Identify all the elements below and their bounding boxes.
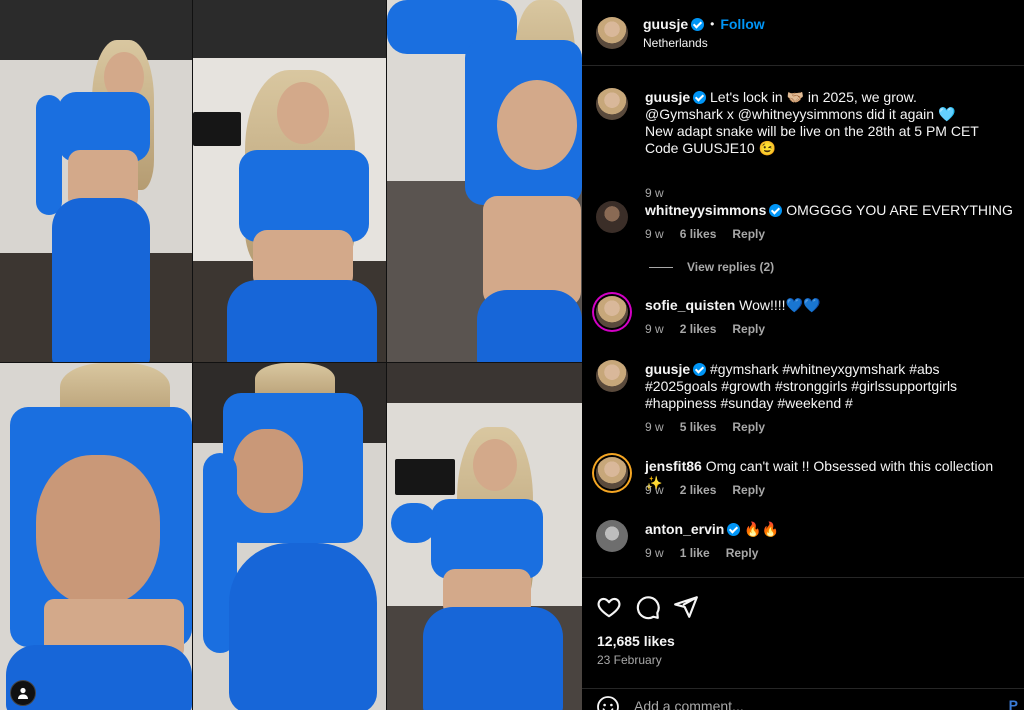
add-comment-bar: P — [582, 688, 1024, 710]
post-media-collage[interactable] — [0, 0, 582, 710]
reply-button[interactable]: Reply — [732, 483, 765, 497]
smiley-icon[interactable] — [596, 695, 620, 710]
comment-meta: 9 w 2 likes Reply — [645, 483, 765, 497]
comment-meta: 9 w 1 like Reply — [645, 546, 758, 560]
commenter-username[interactable]: jensfit86 — [645, 458, 702, 474]
replies-divider — [649, 266, 673, 268]
commenter-avatar[interactable] — [596, 457, 628, 489]
likes-count[interactable]: 12,685 likes — [597, 633, 675, 649]
comment-age: 9 w — [645, 322, 664, 336]
caption-avatar[interactable] — [596, 88, 628, 120]
comment-thread[interactable]: guusje Let's lock in 🤝🏼 in 2025, we grow… — [582, 67, 1024, 577]
commenter-username[interactable]: whitneyysimmons — [645, 202, 766, 218]
comment-body: #gymshark #whitneyxgymshark #abs #2025go… — [645, 361, 958, 411]
media-photo-5 — [193, 363, 386, 710]
comment-body: 🔥🔥 — [744, 521, 780, 537]
commenter-avatar[interactable] — [596, 520, 628, 552]
post-header: guusje • Follow Netherlands — [582, 0, 1024, 66]
follow-button[interactable]: Follow — [720, 16, 764, 32]
reply-button[interactable]: Reply — [726, 546, 759, 560]
comment-meta: 9 w 6 likes Reply — [645, 227, 765, 241]
comment-likes[interactable]: 5 likes — [680, 420, 717, 434]
view-replies-button[interactable]: View replies (2) — [649, 260, 774, 274]
post-date: 23 February — [597, 653, 662, 667]
post-side-panel: guusje • Follow Netherlands guusje Let's… — [582, 0, 1024, 710]
comment-likes[interactable]: 2 likes — [680, 483, 717, 497]
commenter-username[interactable]: anton_ervin — [645, 521, 724, 537]
caption-line-2: @Gymshark x @whitneyysimmons did it agai… — [645, 106, 956, 122]
comment-likes[interactable]: 1 like — [680, 546, 710, 560]
tagged-people-icon[interactable] — [10, 680, 36, 706]
commenter-username[interactable]: sofie_quisten — [645, 297, 735, 313]
caption-username[interactable]: guusje — [645, 89, 690, 105]
commenter-username[interactable]: guusje — [645, 361, 690, 377]
verified-badge-icon — [769, 204, 783, 217]
media-photo-2 — [193, 0, 386, 362]
caption-line-1: Let's lock in 🤝🏼 in 2025, we grow. — [710, 89, 917, 105]
comment-text: guusje #gymshark #whitneyxgymshark #abs … — [645, 361, 1013, 412]
caption-line-3: New adapt snake will be live on the 28th… — [645, 123, 979, 139]
caption-text: guusje Let's lock in 🤝🏼 in 2025, we grow… — [645, 89, 1013, 157]
comment-age: 9 w — [645, 546, 664, 560]
comment-likes[interactable]: 2 likes — [680, 322, 717, 336]
separator-dot: • — [710, 17, 715, 31]
comment-input[interactable] — [634, 695, 974, 710]
share-icon[interactable] — [673, 594, 699, 620]
media-photo-3 — [387, 0, 582, 362]
verified-badge-icon — [727, 523, 741, 536]
commenter-avatar[interactable] — [596, 296, 628, 328]
media-photo-1 — [0, 0, 192, 362]
comment-icon[interactable] — [635, 594, 661, 620]
comment-age: 9 w — [645, 227, 664, 241]
commenter-avatar[interactable] — [596, 201, 628, 233]
comment-likes[interactable]: 6 likes — [680, 227, 717, 241]
media-photo-6 — [387, 363, 582, 710]
comment-text: anton_ervin 🔥🔥 — [645, 521, 1013, 538]
verified-badge-icon — [691, 17, 705, 31]
heart-icon[interactable] — [596, 594, 622, 620]
reply-button[interactable]: Reply — [732, 227, 765, 241]
comment-age: 9 w — [645, 483, 664, 497]
caption-line-4: Code GUUSJE10 😉 — [645, 140, 777, 156]
post-actions: 12,685 likes 23 February P — [582, 577, 1024, 710]
commenter-avatar[interactable] — [596, 360, 628, 392]
comment-body: Wow!!!!💙💙 — [739, 297, 821, 313]
verified-badge-icon — [693, 363, 707, 376]
author-username[interactable]: guusje — [643, 16, 688, 32]
view-replies-label[interactable]: View replies (2) — [687, 260, 774, 274]
reply-button[interactable]: Reply — [732, 420, 765, 434]
verified-badge-icon — [693, 91, 707, 104]
comment-meta: 9 w 2 likes Reply — [645, 322, 765, 336]
comment-meta: 9 w 5 likes Reply — [645, 420, 765, 434]
comment-age: 9 w — [645, 420, 664, 434]
caption-meta: 9 w — [645, 186, 664, 200]
author-avatar[interactable] — [596, 17, 628, 49]
post-location[interactable]: Netherlands — [643, 36, 708, 50]
caption-age: 9 w — [645, 186, 664, 200]
reply-button[interactable]: Reply — [732, 322, 765, 336]
comment-text: whitneyysimmons OMGGGG YOU ARE EVERYTHIN… — [645, 202, 1013, 219]
comment-body: OMGGGG YOU ARE EVERYTHING — [786, 202, 1013, 218]
post-comment-button[interactable]: P — [1009, 697, 1018, 710]
media-photo-4 — [0, 363, 192, 710]
comment-text: sofie_quisten Wow!!!!💙💙 — [645, 297, 1013, 314]
